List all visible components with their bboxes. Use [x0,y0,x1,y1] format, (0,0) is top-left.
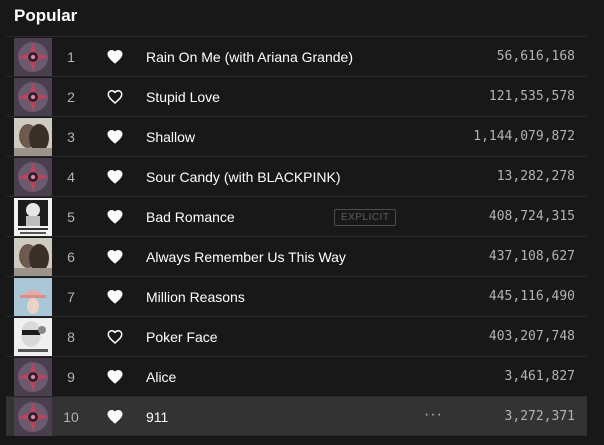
album-art [14,118,52,156]
track-title[interactable]: Always Remember Us This Way [146,237,346,277]
heart-filled-icon[interactable] [106,408,124,426]
section-title: Popular [14,6,78,25]
track-title[interactable]: Alice [146,357,176,397]
track-row[interactable]: 9 Alice 3,461,827 [6,356,587,396]
album-art [14,278,52,316]
play-count: 1,144,079,872 [473,129,575,144]
track-number: 9 [67,369,75,385]
album-art [14,38,52,76]
track-number: 3 [67,129,75,145]
play-count: 121,535,578 [488,89,575,104]
track-row[interactable]: 8 Poker Face 403,207,748 [6,316,587,356]
heart-filled-icon[interactable] [106,368,124,386]
track-number: 4 [67,169,75,185]
track-row[interactable]: 4 Sour Candy (with BLACKPINK) 13,282,278 [6,156,587,196]
play-count: 403,207,748 [488,329,575,344]
heart-filled-icon[interactable] [106,208,124,226]
track-number: 1 [67,49,75,65]
track-title[interactable]: 911 [146,397,168,437]
track-number: 2 [67,89,75,105]
heart-filled-icon[interactable] [106,168,124,186]
album-art [14,398,52,436]
track-number: 6 [67,249,75,265]
explicit-badge: EXPLICIT [334,209,397,226]
track-number: 10 [63,409,79,425]
track-row[interactable]: 5 Bad Romance EXPLICIT 408,724,315 [6,196,587,236]
album-art [14,158,52,196]
heart-filled-icon[interactable] [106,128,124,146]
track-title[interactable]: Poker Face [146,317,218,357]
track-title[interactable]: Rain On Me (with Ariana Grande) [146,37,353,77]
track-row[interactable]: 1 Rain On Me (with Ariana Grande) 56,616,1… [6,36,587,76]
track-number: 8 [67,329,75,345]
heart-filled-icon[interactable] [106,288,124,306]
track-title[interactable]: Stupid Love [146,77,220,117]
play-count: 445,116,490 [488,289,575,304]
album-art [14,318,52,356]
track-number: 5 [67,209,75,225]
album-art [14,78,52,116]
track-row[interactable]: 10 911 ··· 3,272,371 [6,396,587,436]
heart-outline-icon[interactable] [106,328,124,346]
play-count: 56,616,168 [496,49,575,64]
track-title[interactable]: Sour Candy (with BLACKPINK) [146,157,341,197]
track-row[interactable]: 6 Always Remember Us This Way 437,108,627 [6,236,587,276]
track-row[interactable]: 7 Million Reasons 445,116,490 [6,276,587,316]
album-art [14,198,52,236]
play-count: 3,272,371 [504,409,575,424]
play-count: 437,108,627 [488,249,575,264]
more-options-icon[interactable]: ··· [424,397,443,437]
play-count: 3,461,827 [504,369,575,384]
heart-outline-icon[interactable] [106,88,124,106]
track-row[interactable]: 2 Stupid Love 121,535,578 [6,76,587,116]
track-list: 1 Rain On Me (with Ariana Grande) 56,616,1… [6,36,587,436]
album-art [14,358,52,396]
heart-filled-icon[interactable] [106,48,124,66]
album-art [14,238,52,276]
track-number: 7 [67,289,75,305]
track-row[interactable]: 3 Shallow 1,144,079,872 [6,116,587,156]
track-title[interactable]: Bad Romance [146,197,235,237]
track-title[interactable]: Shallow [146,117,195,157]
play-count: 408,724,315 [488,209,575,224]
play-count: 13,282,278 [496,169,575,184]
track-title[interactable]: Million Reasons [146,277,245,317]
heart-filled-icon[interactable] [106,248,124,266]
